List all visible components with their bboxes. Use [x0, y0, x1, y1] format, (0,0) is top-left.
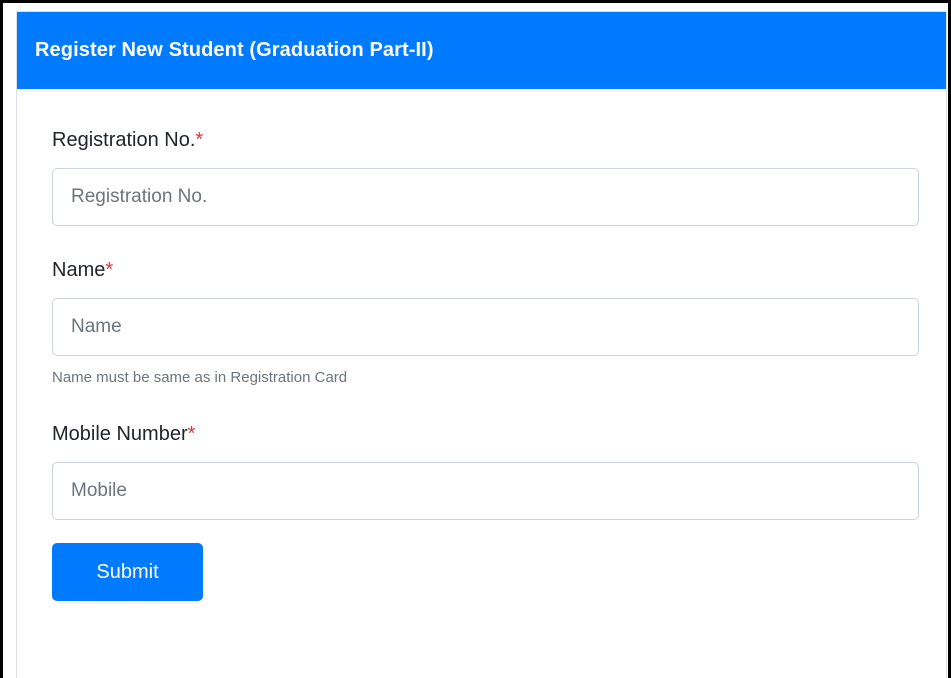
registration-label: Registration No.*: [52, 129, 203, 152]
registration-label-text: Registration No.: [52, 129, 196, 151]
name-label: Name*: [52, 259, 113, 282]
mobile-label-text: Mobile Number: [52, 423, 188, 445]
mobile-number-input[interactable]: [52, 462, 919, 520]
registration-card: Register New Student (Graduation Part-II…: [16, 11, 947, 678]
registration-number-input[interactable]: [52, 168, 919, 226]
required-mark: *: [105, 259, 114, 281]
name-label-text: Name: [52, 259, 106, 281]
submit-button[interactable]: Submit: [52, 543, 203, 601]
name-input[interactable]: [52, 298, 919, 356]
required-mark: *: [187, 423, 196, 445]
required-mark: *: [195, 129, 204, 151]
mobile-label: Mobile Number*: [52, 423, 195, 446]
page-title: Register New Student (Graduation Part-II…: [35, 39, 434, 61]
card-header: Register New Student (Graduation Part-II…: [17, 12, 946, 89]
name-help-text: Name must be same as in Registration Car…: [52, 369, 348, 386]
